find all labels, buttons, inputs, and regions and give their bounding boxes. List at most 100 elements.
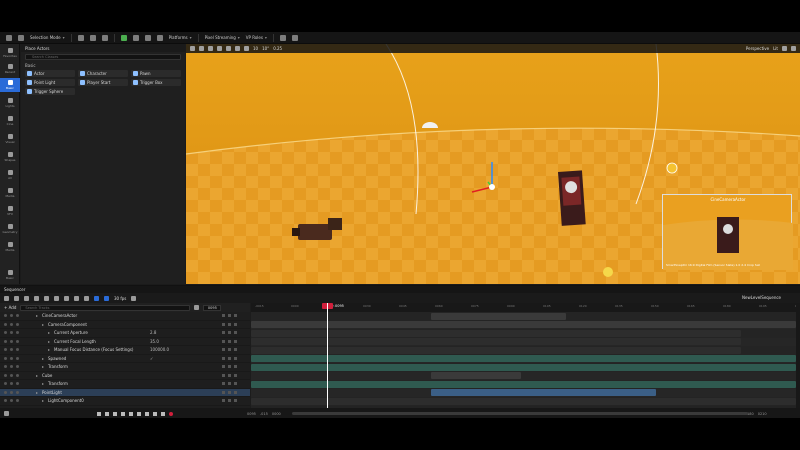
- category-basic[interactable]: Basic: [0, 78, 20, 92]
- actor-item-point-light[interactable]: Point Light: [25, 79, 75, 86]
- add-key-icon[interactable]: [228, 348, 231, 351]
- end-frame[interactable]: 0210: [758, 412, 767, 416]
- add-key-icon[interactable]: [228, 373, 231, 377]
- record-icon[interactable]: [169, 411, 173, 416]
- eye-icon[interactable]: [4, 314, 7, 317]
- next-frame-icon[interactable]: [137, 411, 141, 416]
- expand-arrow-icon[interactable]: ▸: [42, 356, 44, 361]
- playhead[interactable]: [327, 303, 328, 408]
- eye-icon[interactable]: [4, 382, 7, 385]
- track-row[interactable]: ▸ Spawned ✓: [0, 355, 250, 363]
- add-key-icon[interactable]: [228, 339, 231, 343]
- solo-icon[interactable]: [16, 373, 19, 377]
- actor-item-actor[interactable]: Actor: [25, 70, 75, 77]
- track-visibility-controls[interactable]: [4, 322, 32, 327]
- grid-snap-value[interactable]: 10: [253, 46, 258, 51]
- track-visibility-controls[interactable]: [4, 365, 32, 369]
- track-visibility-controls[interactable]: [4, 399, 32, 403]
- loop-icon[interactable]: [161, 411, 165, 416]
- key-navigation-controls[interactable]: [222, 339, 237, 343]
- category-vfx[interactable]: VFX: [0, 204, 20, 218]
- key-navigation-controls[interactable]: [222, 373, 237, 377]
- track-section[interactable]: [251, 321, 796, 329]
- vp-roles-dropdown[interactable]: VP Roles: [246, 35, 267, 40]
- perspective-dropdown[interactable]: Perspective: [746, 46, 769, 51]
- track-row[interactable]: ▸ Transform: [0, 380, 250, 389]
- solo-icon[interactable]: [16, 365, 19, 368]
- prev-key-icon[interactable]: [222, 365, 225, 368]
- next-key-icon[interactable]: [234, 322, 237, 326]
- cinematics-icon[interactable]: [101, 34, 108, 41]
- curve-editor-icon[interactable]: [54, 295, 59, 301]
- expand-arrow-icon[interactable]: ▸: [42, 398, 44, 403]
- eye-icon[interactable]: [4, 390, 7, 394]
- track-value[interactable]: 2.8: [150, 330, 156, 335]
- track-section[interactable]: [251, 363, 796, 371]
- prev-key-icon[interactable]: [222, 382, 225, 385]
- category-recent[interactable]: Recent: [0, 62, 20, 76]
- prev-key-icon[interactable]: [222, 399, 225, 402]
- category-media[interactable]: Media: [0, 186, 20, 200]
- expand-arrow-icon[interactable]: ▸: [48, 330, 50, 335]
- track-row[interactable]: ▸ Cube: [0, 372, 250, 380]
- place-actors-tab[interactable]: Place Actors: [21, 44, 185, 52]
- add-key-icon[interactable]: [228, 390, 231, 394]
- expand-arrow-icon[interactable]: ▸: [42, 364, 44, 369]
- blueprint-icon[interactable]: [89, 34, 96, 41]
- auto-key-icon[interactable]: [94, 295, 99, 301]
- key-navigation-controls[interactable]: [222, 322, 237, 326]
- category-cinematic[interactable]: Cine: [0, 114, 20, 128]
- lock-icon[interactable]: [10, 356, 13, 360]
- lock-icon[interactable]: [10, 399, 13, 402]
- prev-key-icon[interactable]: [222, 373, 225, 377]
- lock-icon[interactable]: [10, 390, 13, 394]
- expand-arrow-icon[interactable]: ▸: [48, 347, 50, 352]
- eye-icon[interactable]: [4, 331, 7, 334]
- add-key-icon[interactable]: [228, 322, 231, 326]
- pause-icon[interactable]: [132, 34, 139, 41]
- key-navigation-controls[interactable]: [222, 399, 237, 402]
- scale-snap-value[interactable]: 0.25: [273, 46, 282, 51]
- class-search-input[interactable]: Search Classes: [25, 54, 181, 60]
- solo-icon[interactable]: [16, 399, 19, 402]
- solo-icon[interactable]: [16, 339, 19, 343]
- filter-icon[interactable]: [194, 305, 200, 310]
- track-section[interactable]: [431, 389, 656, 397]
- track-row[interactable]: ▸ Current Focal Length 35.0: [0, 338, 250, 346]
- actor-item-player-start[interactable]: Player Start: [78, 79, 128, 86]
- eye-icon[interactable]: [4, 348, 7, 351]
- eye-icon[interactable]: [4, 365, 7, 368]
- actor-item-trigger-sphere[interactable]: Trigger Sphere: [25, 88, 75, 95]
- maximize-icon[interactable]: [791, 46, 796, 51]
- translate-tool-icon[interactable]: [208, 46, 213, 51]
- lock-icon[interactable]: [10, 348, 13, 351]
- key-navigation-controls[interactable]: [222, 356, 237, 360]
- solo-icon[interactable]: [16, 314, 19, 317]
- find-icon[interactable]: [14, 295, 19, 301]
- lock-icon[interactable]: [10, 382, 13, 385]
- sequencer-timeline[interactable]: -001500000015003000450060007500900105012…: [251, 303, 796, 408]
- actor-item-trigger-box[interactable]: Trigger Box: [131, 79, 181, 86]
- category-visual[interactable]: Visual: [0, 132, 20, 146]
- track-visibility-controls[interactable]: [4, 356, 32, 361]
- track-section[interactable]: [251, 338, 741, 346]
- next-key-icon[interactable]: [234, 331, 237, 334]
- solo-icon[interactable]: [16, 331, 19, 334]
- next-key-icon[interactable]: [234, 373, 237, 377]
- eye-icon[interactable]: [4, 399, 7, 402]
- track-section[interactable]: [251, 355, 796, 363]
- track-row[interactable]: ▸ CineCameraActor: [0, 312, 250, 321]
- add-key-icon[interactable]: [228, 399, 231, 402]
- actor-item-pawn[interactable]: Pawn: [131, 70, 181, 77]
- track-visibility-controls[interactable]: [4, 339, 32, 344]
- track-section[interactable]: [251, 329, 741, 337]
- key-navigation-controls[interactable]: [222, 348, 237, 351]
- category-favorites[interactable]: Favorites: [0, 46, 20, 60]
- category-lights[interactable]: Lights: [0, 96, 20, 110]
- current-frame-field[interactable]: 0095: [203, 304, 222, 311]
- lock-icon[interactable]: [10, 314, 13, 317]
- source-control-icon[interactable]: [279, 34, 286, 41]
- jump-end-icon[interactable]: [153, 411, 157, 416]
- snap-icon[interactable]: [84, 295, 89, 301]
- playback-options-icon[interactable]: [74, 295, 79, 301]
